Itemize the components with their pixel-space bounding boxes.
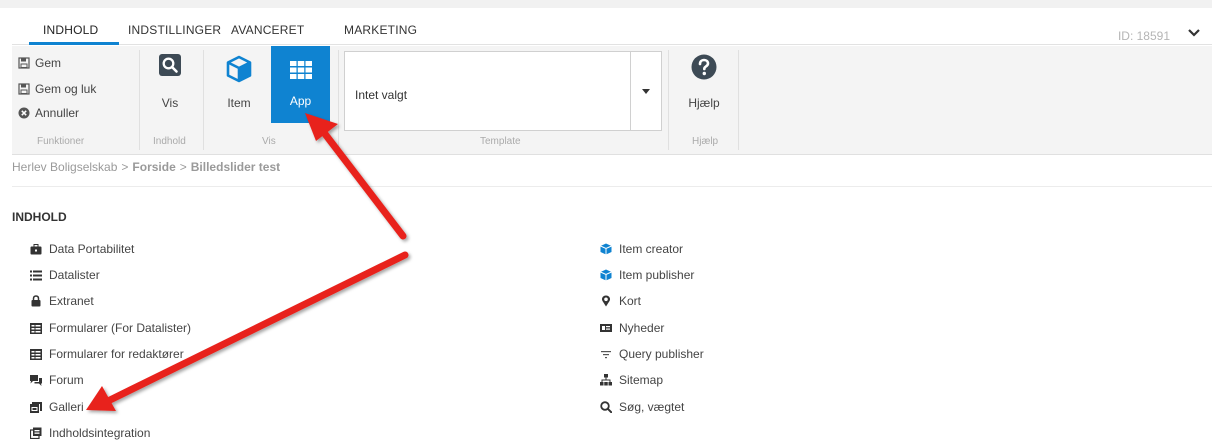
group-label-vis: Vis xyxy=(262,136,276,147)
briefcase-icon xyxy=(30,243,42,254)
list-item[interactable]: Søg, vægtet xyxy=(600,399,684,415)
caret-down-icon[interactable] xyxy=(642,89,650,94)
breadcrumb: Herlev Boligselskab > Forside > Billedslider… xyxy=(12,160,280,174)
group-label-template: Template xyxy=(480,136,521,147)
template-select-value: Intet valgt xyxy=(355,88,408,102)
breadcrumb-divider xyxy=(12,186,1212,187)
list-item-label: Indholdsintegration xyxy=(49,426,151,440)
item-view-label: Item xyxy=(227,96,251,110)
list-item-label: Formularer for redaktører xyxy=(49,347,184,361)
list-item-label: Nyheder xyxy=(619,321,665,335)
ribbon-toolbar: Gem Gem og luk Annuller Funktioner Vis I… xyxy=(12,46,1212,155)
sitemap-icon xyxy=(600,374,612,386)
list-item[interactable]: Nyheder xyxy=(600,320,664,336)
save-and-close-label: Gem og luk xyxy=(35,82,97,96)
save-label: Gem xyxy=(35,56,62,70)
tab-bar: INDHOLD INDSTILLINGER AVANCERET MARKETIN… xyxy=(12,8,1212,45)
cancel-label: Annuller xyxy=(35,106,80,120)
help-button[interactable]: Hjælp xyxy=(676,46,732,116)
question-circle-icon xyxy=(691,54,717,80)
list-item-label: Query publisher xyxy=(619,347,704,361)
group-separator xyxy=(738,50,739,150)
template-select-divider xyxy=(630,52,631,130)
cancel-button[interactable]: Annuller xyxy=(18,104,79,122)
group-separator xyxy=(203,50,204,150)
list-item-label: Galleri xyxy=(49,400,84,414)
tab-marketing[interactable]: MARKETING xyxy=(344,23,417,37)
news-icon xyxy=(600,324,612,332)
list-item-label: Sitemap xyxy=(619,373,664,387)
list-item-label: Kort xyxy=(619,294,642,308)
view-button[interactable]: Vis xyxy=(142,46,198,116)
top-strip xyxy=(0,0,1212,8)
tab-indstillinger[interactable]: INDSTILLINGER xyxy=(128,23,221,37)
search-icon xyxy=(159,54,181,76)
search-icon xyxy=(600,401,612,413)
cube-icon xyxy=(226,55,252,83)
gallery-icon xyxy=(30,401,42,413)
breadcrumb-root[interactable]: Herlev Boligselskab xyxy=(12,160,117,174)
cube-icon xyxy=(600,269,612,281)
breadcrumb-item-forside[interactable]: Forside xyxy=(132,160,175,174)
group-label-funktioner: Funktioner xyxy=(37,136,85,147)
save-button[interactable]: Gem xyxy=(18,54,61,72)
breadcrumb-separator: > xyxy=(179,160,187,174)
map-marker-icon xyxy=(601,295,611,307)
tab-indhold[interactable]: INDHOLD xyxy=(43,23,98,37)
form-icon xyxy=(30,348,42,360)
list-item[interactable]: Indholdsintegration xyxy=(30,425,150,441)
list-item-label: Forum xyxy=(49,373,84,387)
chevron-down-icon[interactable] xyxy=(1186,25,1202,41)
chat-icon xyxy=(30,374,42,386)
active-tab-indicator xyxy=(29,42,119,45)
list-item[interactable]: Query publisher xyxy=(600,346,704,362)
cube-icon xyxy=(600,243,612,255)
help-label: Hjælp xyxy=(688,96,720,110)
list-item-label: Formularer (For Datalister) xyxy=(49,321,192,335)
list-item[interactable]: Data Portabilitet xyxy=(30,241,134,257)
list-item[interactable]: Forum xyxy=(30,372,84,388)
breadcrumb-item-current: Billedslider test xyxy=(190,160,281,174)
list-item[interactable]: Formularer for redaktører xyxy=(30,346,184,362)
group-label-hjaelp: Hjælp xyxy=(692,136,719,147)
filter-icon xyxy=(601,351,611,359)
list-icon xyxy=(30,270,42,280)
list-item[interactable]: Galleri xyxy=(30,399,84,415)
grid-icon xyxy=(289,61,312,79)
list-item-label: Extranet xyxy=(49,294,94,308)
list-item-label: Søg, vægtet xyxy=(619,400,685,414)
integration-icon xyxy=(30,427,42,439)
list-item[interactable]: Kort xyxy=(600,293,641,309)
list-item[interactable]: Item publisher xyxy=(600,267,694,283)
floppy-icon xyxy=(18,57,30,69)
list-item[interactable]: Formularer (For Datalister) xyxy=(30,320,191,336)
list-item-label: Datalister xyxy=(49,268,100,282)
item-view-button[interactable]: Item xyxy=(211,46,267,116)
record-id: ID: 18591 xyxy=(1117,29,1170,43)
list-item-label: Data Portabilitet xyxy=(49,242,135,256)
list-item-label: Item creator xyxy=(619,242,684,256)
list-item-label: Item publisher xyxy=(619,268,695,282)
group-label-indhold: Indhold xyxy=(153,136,186,147)
cancel-circle-icon xyxy=(18,107,30,119)
template-select[interactable]: Intet valgt xyxy=(344,51,662,131)
tab-avanceret[interactable]: AVANCERET xyxy=(231,23,304,37)
list-item[interactable]: Sitemap xyxy=(600,372,663,388)
group-separator xyxy=(338,50,339,150)
section-title: INDHOLD xyxy=(12,210,67,224)
list-item[interactable]: Datalister xyxy=(30,267,100,283)
app-view-button[interactable]: App xyxy=(271,46,330,123)
app-view-label: App xyxy=(289,94,312,108)
floppy-icon xyxy=(18,83,30,95)
lock-icon xyxy=(31,295,41,307)
list-item[interactable]: Item creator xyxy=(600,241,683,257)
form-icon xyxy=(30,322,42,334)
group-separator xyxy=(668,50,669,150)
save-and-close-button[interactable]: Gem og luk xyxy=(18,80,96,98)
group-separator xyxy=(139,50,140,150)
breadcrumb-separator: > xyxy=(121,160,129,174)
list-item[interactable]: Extranet xyxy=(30,293,94,309)
view-label: Vis xyxy=(161,96,179,110)
